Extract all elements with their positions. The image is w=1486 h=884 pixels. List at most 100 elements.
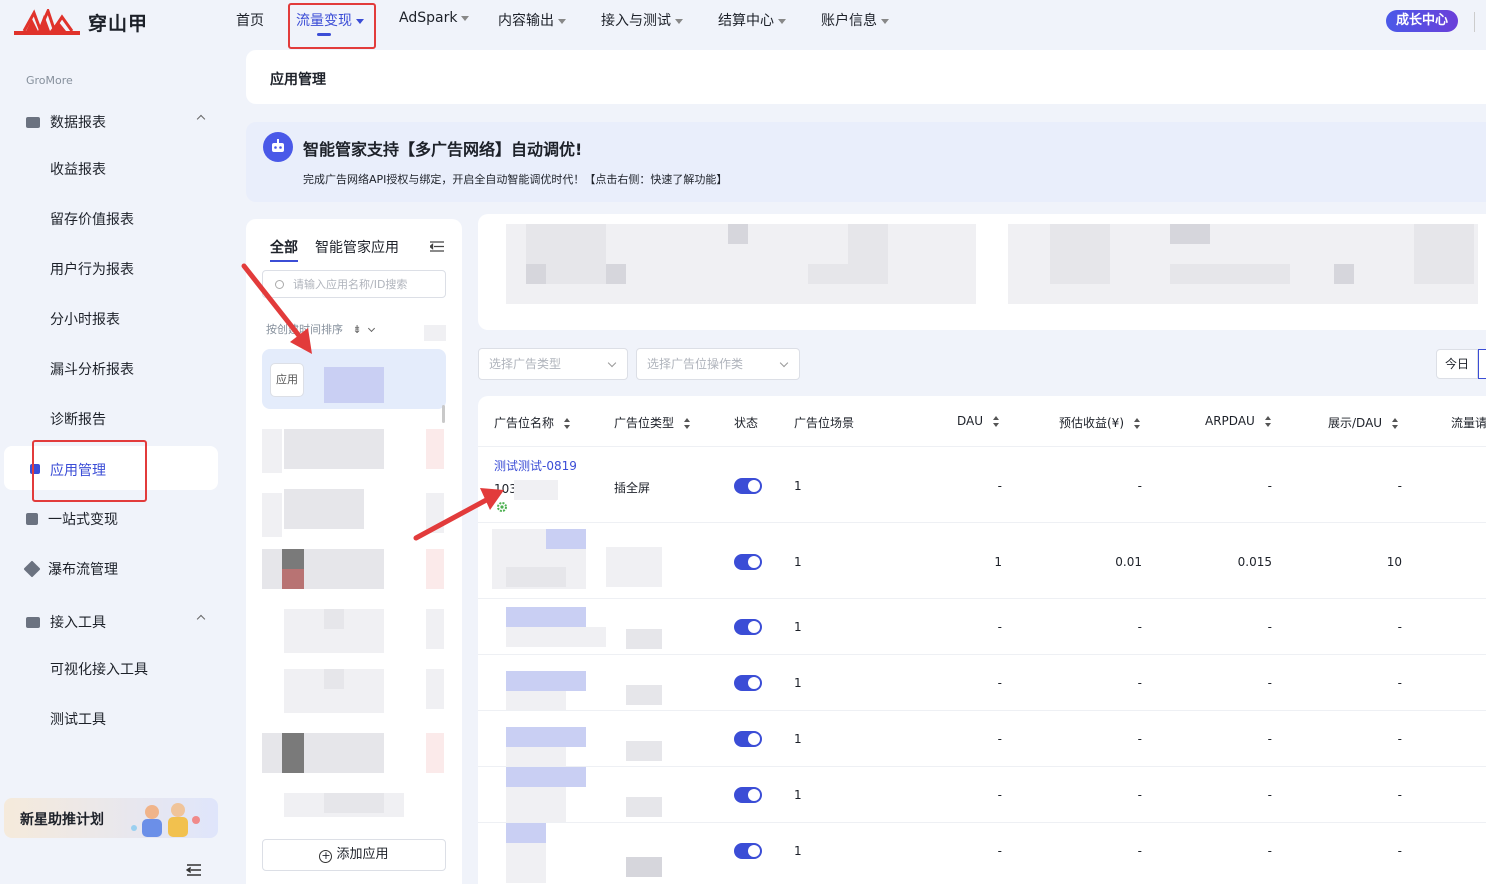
column-header-label: 广告位名称 bbox=[494, 416, 555, 430]
caret-down-icon bbox=[461, 15, 470, 21]
sidebar-group-tools[interactable]: 接入工具 bbox=[26, 612, 208, 632]
tab-smart-manager-apps[interactable]: 智能管家应用 bbox=[315, 237, 399, 257]
nav-settlement[interactable]: 结算中心 bbox=[718, 10, 786, 30]
sidebar-item-test-tool[interactable]: 测试工具 bbox=[50, 709, 106, 729]
redacted-stats bbox=[728, 224, 748, 244]
column-header-revenue[interactable]: 预估收益(¥) bbox=[1059, 414, 1141, 431]
ad-type-select[interactable]: 选择广告类型 bbox=[478, 348, 628, 380]
app-list-scrollbar[interactable] bbox=[442, 405, 445, 423]
ad-type-placeholder: 选择广告类型 bbox=[489, 357, 562, 371]
show-dau-value: - bbox=[1397, 732, 1402, 746]
redacted-app-icon bbox=[282, 569, 304, 589]
sidebar-group-data-report[interactable]: 数据报表 bbox=[26, 112, 208, 132]
redacted-type bbox=[626, 685, 662, 705]
status-toggle[interactable] bbox=[734, 478, 762, 494]
sort-icon[interactable] bbox=[993, 416, 1000, 427]
app-list-item[interactable] bbox=[262, 609, 446, 669]
sort-icon[interactable] bbox=[1134, 418, 1141, 429]
nav-home[interactable]: 首页 bbox=[236, 10, 264, 30]
sidebar-item-waterfall[interactable]: 瀑布流管理 bbox=[23, 559, 208, 579]
redacted-name bbox=[506, 627, 606, 647]
add-app-button[interactable]: + 添加应用 bbox=[262, 839, 446, 871]
banner-title: 智能管家支持【多广告网络】自动调优! bbox=[303, 140, 583, 159]
redacted-app-icon bbox=[262, 493, 282, 537]
sort-icon[interactable] bbox=[1264, 416, 1272, 427]
redacted-name bbox=[506, 843, 546, 883]
status-toggle[interactable] bbox=[734, 675, 762, 691]
app-list-panel: 全部 智能管家应用 按创建时间排序 ⇟ 应用 bbox=[246, 219, 462, 884]
sidebar-item-diagnosis-report[interactable]: 诊断报告 bbox=[50, 409, 106, 429]
sidebar-item-retention-report[interactable]: 留存价值报表 bbox=[50, 209, 134, 229]
app-search-input[interactable] bbox=[293, 275, 441, 293]
growth-center-button[interactable]: 成长中心 bbox=[1386, 10, 1458, 32]
dau-value: - bbox=[997, 732, 1002, 746]
app-list-item[interactable] bbox=[262, 789, 446, 819]
sidebar-item-funnel-report[interactable]: 漏斗分析报表 bbox=[50, 359, 134, 379]
nav-account[interactable]: 账户信息 bbox=[821, 10, 889, 30]
sidebar-item-visual-tool[interactable]: 可视化接入工具 bbox=[50, 659, 148, 679]
redacted-name bbox=[506, 767, 586, 787]
revenue-value: - bbox=[1137, 479, 1142, 493]
status-toggle[interactable] bbox=[734, 731, 762, 747]
sort-icon[interactable] bbox=[1392, 418, 1399, 429]
page-header: 应用管理 bbox=[246, 50, 1486, 104]
pangle-logo[interactable]: 穿山甲 bbox=[14, 8, 148, 36]
date-range-button[interactable] bbox=[1478, 349, 1486, 379]
column-header-ad-slot-type[interactable]: 广告位类型 bbox=[614, 414, 691, 431]
app-search-field[interactable] bbox=[262, 270, 446, 298]
app-list-item[interactable] bbox=[262, 485, 446, 545]
top-nav-bar: 穿山甲 首页 流量变现 AdSpark 内容输出 接入与测试 结算中心 账户信息… bbox=[0, 0, 1486, 49]
column-header-label: 广告位类型 bbox=[614, 416, 675, 430]
annotation-box-sidebar bbox=[32, 440, 147, 502]
redacted-name bbox=[506, 691, 566, 711]
arpdau-value: - bbox=[1267, 788, 1272, 802]
video-report-icon bbox=[26, 116, 40, 128]
caret-down-icon bbox=[558, 18, 566, 24]
ad-op-type-select[interactable]: 选择广告位操作类 bbox=[636, 348, 800, 380]
column-header-dau[interactable]: DAU bbox=[957, 414, 1000, 428]
sidebar-item-hourly-report[interactable]: 分小时报表 bbox=[50, 309, 120, 329]
sidebar-item-user-behavior-report[interactable]: 用户行为报表 bbox=[50, 259, 134, 279]
column-header-show-dau[interactable]: 展示/DAU bbox=[1328, 414, 1399, 431]
nav-adspark[interactable]: AdSpark bbox=[399, 10, 470, 26]
sidebar-item-revenue-report[interactable]: 收益报表 bbox=[50, 159, 106, 179]
ad-slot-type: 插全屏 bbox=[614, 481, 651, 495]
status-toggle[interactable] bbox=[734, 843, 762, 859]
smart-manager-banner[interactable]: 智能管家支持【多广告网络】自动调优! 完成广告网络API授权与绑定，开启全自动智… bbox=[246, 122, 1486, 202]
app-list-item[interactable] bbox=[262, 669, 446, 729]
nav-integration-test[interactable]: 接入与测试 bbox=[601, 10, 683, 30]
app-list-item[interactable] bbox=[262, 549, 446, 609]
column-header-arpdau[interactable]: ARPDAU bbox=[1205, 414, 1272, 428]
redacted-app-name bbox=[304, 549, 384, 589]
ad-slot-name-link[interactable]: 测试测试-0819 bbox=[494, 457, 577, 474]
sidebar-item-one-stop[interactable]: 一站式变现 bbox=[26, 509, 208, 529]
date-today-button[interactable]: 今日 bbox=[1436, 349, 1478, 379]
column-header-ad-slot-name[interactable]: 广告位名称 bbox=[494, 414, 571, 431]
redacted-stats bbox=[1170, 264, 1290, 284]
status-toggle[interactable] bbox=[734, 619, 762, 635]
app-list-item[interactable] bbox=[262, 733, 446, 793]
status-toggle[interactable] bbox=[734, 787, 762, 803]
tab-all-apps[interactable]: 全部 bbox=[270, 237, 298, 262]
sort-icon[interactable] bbox=[564, 418, 571, 429]
redacted-name bbox=[506, 607, 586, 627]
dau-value: - bbox=[997, 676, 1002, 690]
arpdau-value: - bbox=[1267, 479, 1272, 493]
status-toggle[interactable] bbox=[734, 554, 762, 570]
list-toggle-icon[interactable] bbox=[430, 241, 444, 252]
redacted-stats bbox=[1414, 224, 1474, 284]
app-list-item-selected[interactable]: 应用 bbox=[262, 349, 446, 409]
nav-content-output[interactable]: 内容输出 bbox=[498, 10, 566, 30]
sort-selector[interactable]: 按创建时间排序 ⇟ bbox=[266, 321, 376, 337]
redacted-app-name bbox=[304, 733, 384, 773]
app-list-item[interactable] bbox=[262, 421, 446, 481]
table-row: 1 1 0.01 0.015 10 bbox=[478, 522, 1486, 598]
collapse-sidebar-icon[interactable] bbox=[186, 864, 202, 876]
promo-banner[interactable]: 新星助推计划 bbox=[4, 798, 218, 838]
redacted-name bbox=[506, 747, 566, 767]
column-header-label: ARPDAU bbox=[1205, 414, 1255, 428]
chevron-down-icon bbox=[368, 324, 376, 333]
revenue-value: - bbox=[1137, 788, 1142, 802]
redacted-block bbox=[426, 733, 444, 773]
sort-icon[interactable] bbox=[684, 418, 691, 429]
